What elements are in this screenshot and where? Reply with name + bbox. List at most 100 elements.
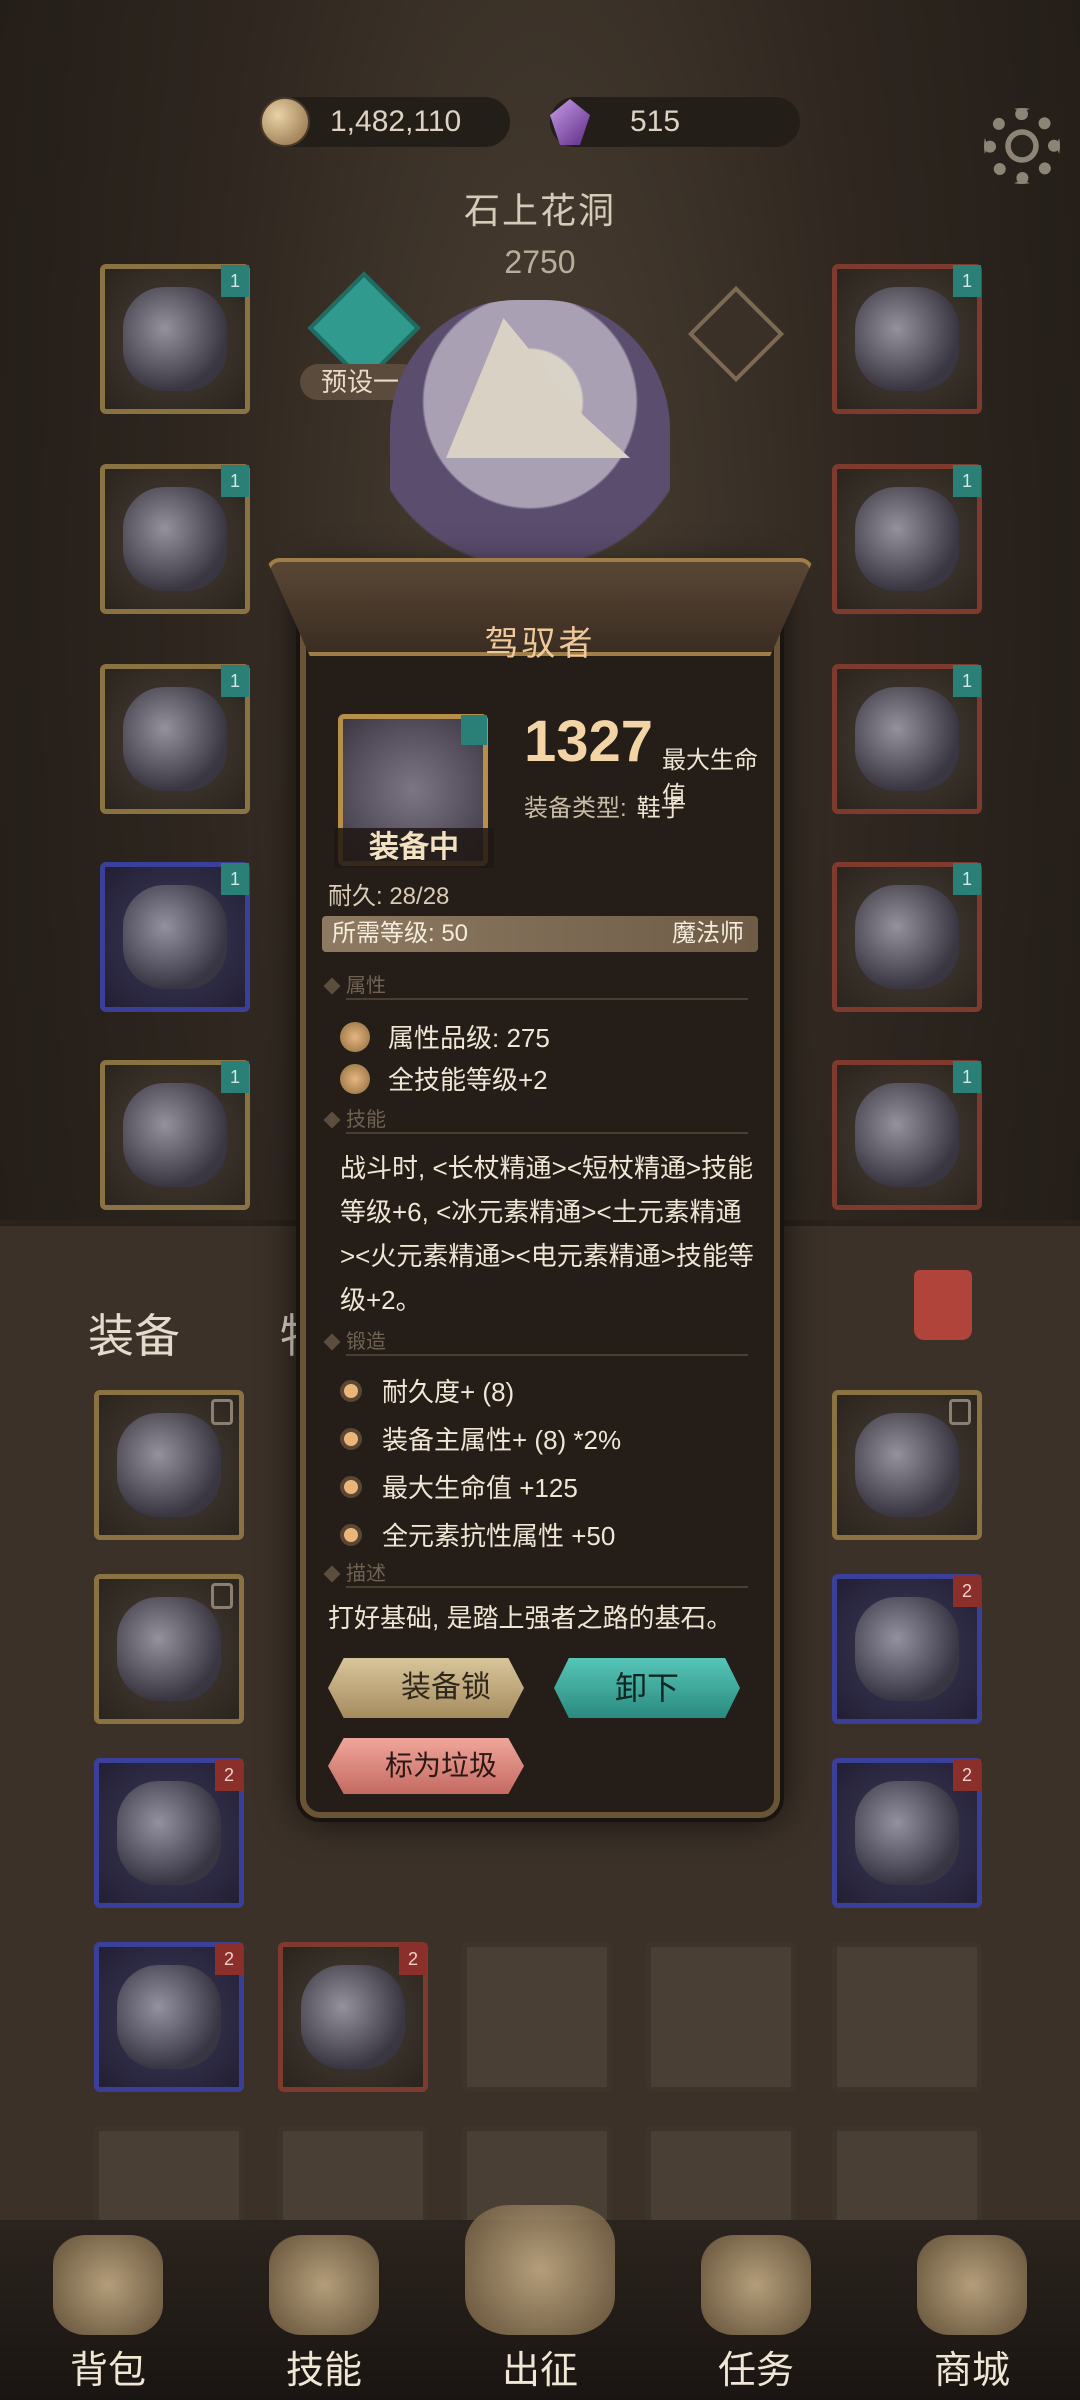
main-stat-value: 1327 [524,709,654,774]
sword-icon [465,2205,615,2335]
tier-badge: 2 [399,1943,427,1975]
coin-icon [260,97,310,147]
tier-badge: 1 [953,863,981,895]
boots-icon [123,1083,227,1187]
tier-badge: 1 [953,1061,981,1093]
lock-icon [211,1399,233,1425]
nav-label: 背包 [69,2350,146,2392]
bracer-icon [855,487,959,591]
armor-icon [123,487,227,591]
attr-skill-row: 全技能等级+2 [340,1060,548,1097]
forge-line: 全元素抗性属性 +50 [382,1521,616,1551]
nav-label: 任务 [717,2350,794,2392]
section-forge: 锻造 [346,1330,748,1356]
gear-icon[interactable] [984,108,1060,184]
trash-icon[interactable] [914,1270,972,1340]
forge-line: 装备主属性+ (8) *2% [382,1425,622,1455]
inventory-slot-empty[interactable] [646,1942,796,2092]
equip-slot-boots[interactable]: 1 [100,1060,250,1210]
forge-row: 耐久度+ (8) [340,1372,514,1409]
skill-description: 战斗时, <长杖精通><短杖精通>技能等级+6, <冰元素精通><土元素精通><… [340,1153,754,1315]
inventory-slot-empty[interactable] [832,1942,982,2092]
tab-equipment[interactable]: 装备 [88,1300,180,1366]
backpack-icon [53,2235,163,2335]
bullet-icon [340,1427,362,1450]
tier-badge: 2 [215,1943,243,1975]
nav-expedition[interactable]: 出征 [450,2205,630,2394]
scroll-icon [701,2235,811,2335]
skill-book-icon [269,2235,379,2335]
equip-slot-amulet[interactable]: 1 [832,264,982,414]
currency-bar: 1,482,110 515 [260,92,980,152]
shop-icon [917,2235,1027,2335]
inventory-slot[interactable] [94,1574,244,1724]
equip-slot-gloves[interactable]: 1 [100,664,250,814]
forge-line: 最大生命值 +125 [382,1473,578,1503]
forge-row: 装备主属性+ (8) *2% [340,1420,621,1457]
attr-skill: 全技能等级+2 [388,1065,548,1095]
tier-badge: 1 [953,665,981,697]
equip-slot-head[interactable]: 1 [100,264,250,414]
nav-quests[interactable]: 任务 [666,2235,846,2394]
requirement-bar: 所需等级: 50 魔法师 [322,916,758,952]
equip-slot-ring[interactable]: 1 [832,664,982,814]
item-name: 驾驭者 [484,625,596,663]
inventory-slot[interactable]: 2 [94,1942,244,2092]
gloves-icon [117,1965,221,2069]
flavor-text: 打好基础, 是踏上强者之路的基石。 [328,1603,733,1633]
bullet-icon [340,1379,362,1402]
inventory-slot[interactable] [832,1390,982,1540]
section-description: 描述 [346,1562,748,1588]
equip-slot-bracer[interactable]: 1 [832,464,982,614]
bullet-icon [340,1523,362,1546]
nav-backpack[interactable]: 背包 [18,2235,198,2394]
equipped-badge: 装备中 [334,828,494,868]
equip-slot-body[interactable]: 1 [100,464,250,614]
equip-type-value: 鞋子 [636,795,685,822]
equip-type-label: 装备类型: [524,795,627,822]
inventory-slot[interactable]: 2 [94,1758,244,1908]
gem-icon [550,99,590,145]
lock-icon [211,1583,233,1609]
gold-counter: 1,482,110 [260,97,510,147]
nav-label: 商城 [933,2350,1010,2392]
lock-equipment-button[interactable]: 装备锁 [328,1658,524,1718]
required-level: 所需等级: 50 [332,920,469,947]
tier-badge: 1 [221,465,249,497]
tier-badge: 2 [215,1759,243,1791]
pants-icon [123,885,227,989]
equip-slot-weapon[interactable]: 1 [832,862,982,1012]
inventory-slot[interactable]: 2 [832,1574,982,1724]
inventory-slot-empty[interactable] [462,1942,612,2092]
tier-badge: 1 [953,265,981,297]
tier-badge [461,715,487,745]
section-attributes: 属性 [346,974,748,1000]
equip-type: 装备类型: 鞋子 [524,788,685,823]
tier-badge: 1 [221,265,249,297]
lotus-icon [340,1021,370,1052]
bullet-icon [340,1475,362,1498]
inventory-slot[interactable] [94,1390,244,1540]
tier-badge: 2 [953,1575,981,1607]
inventory-slot[interactable]: 2 [832,1758,982,1908]
forge-row: 全元素抗性属性 +50 [340,1516,615,1553]
mark-junk-button[interactable]: 标为垃圾 [328,1738,524,1794]
pants-icon [117,1781,221,1885]
tier-badge: 1 [221,863,249,895]
bottom-nav: 背包 技能 出征 任务 商城 [0,2205,1080,2400]
equip-slot-offhand[interactable]: 1 [832,1060,982,1210]
nav-skills[interactable]: 技能 [234,2235,414,2394]
equip-slot-pants[interactable]: 1 [100,862,250,1012]
preset-selector[interactable]: 预设一 [300,271,421,400]
lock-icon [949,1399,971,1425]
book-icon [855,1083,959,1187]
nav-shop[interactable]: 商城 [882,2235,1062,2394]
tier-badge: 1 [953,465,981,497]
ring-icon [855,687,959,791]
gloves-icon [123,687,227,791]
unequip-button[interactable]: 卸下 [554,1658,740,1718]
inventory-slot[interactable]: 2 [278,1942,428,2092]
attr-quality: 属性品级: 275 [388,1023,550,1053]
gloves-icon [117,1597,221,1701]
tier-badge: 2 [953,1759,981,1791]
